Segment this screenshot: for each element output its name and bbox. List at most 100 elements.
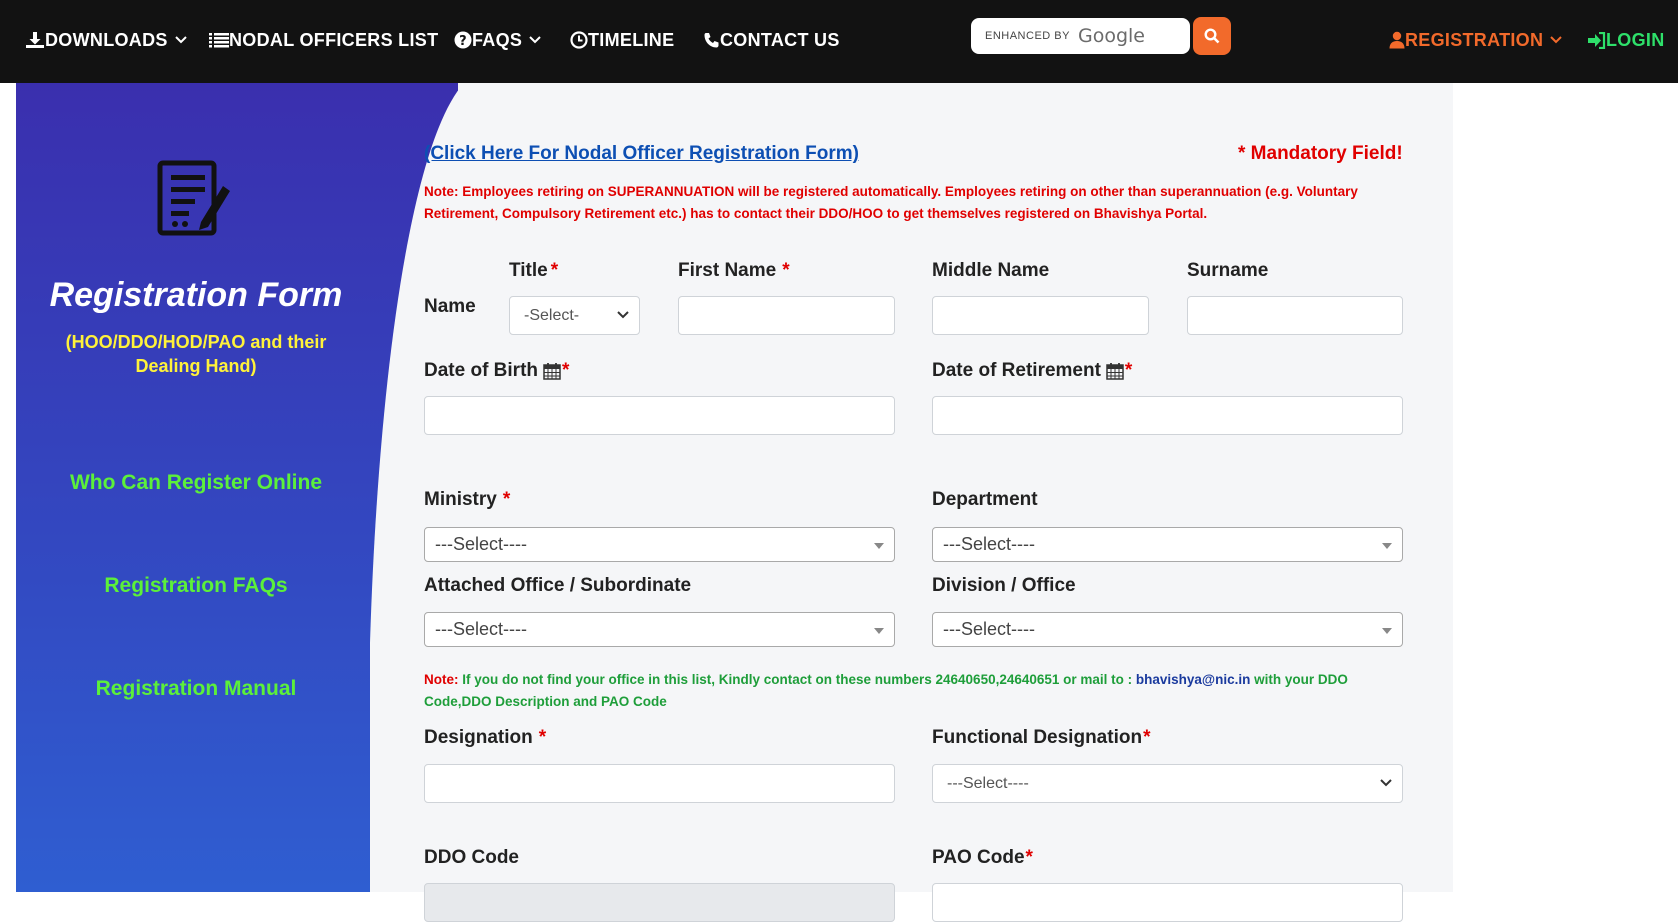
surname-label-text: Surname [1187, 260, 1269, 281]
phone-icon [704, 32, 719, 47]
top-navbar: DOWNLOADS NODAL OFFICERS LIST ? FAQS TIM… [0, 0, 1678, 83]
svg-text:?: ? [459, 34, 467, 49]
nav-timeline-label: TIMELINE [588, 29, 675, 50]
dropdown-arrow-icon [874, 543, 884, 549]
dor-field[interactable] [932, 396, 1403, 435]
ministry-label-text: Ministry [424, 489, 497, 510]
nav-contact-label: CONTACT US [720, 29, 840, 50]
nav-downloads[interactable]: DOWNLOADS [25, 28, 187, 52]
title-select-value: -Select- [524, 306, 580, 324]
question-circle-icon: ? [454, 31, 472, 49]
middle-name-label-text: Middle Name [932, 260, 1050, 281]
designation-field[interactable] [424, 764, 895, 803]
sign-in-icon [1588, 31, 1606, 49]
nav-faqs[interactable]: ? FAQS [454, 28, 541, 52]
nodal-officer-form-link[interactable]: (Click Here For Nodal Officer Registrati… [424, 143, 859, 165]
superannuation-note: Note: Employees retiring on SUPERANNUATI… [424, 184, 1358, 221]
ministry-select-value: ---Select---- [435, 534, 527, 554]
chevron-down-icon [174, 36, 187, 44]
note2-prefix: Note: [424, 672, 459, 687]
who-can-register-link[interactable]: Who Can Register Online [16, 471, 376, 495]
support-email-link[interactable]: bhavishya@nic.in [1136, 672, 1250, 687]
chevron-down-icon [1550, 36, 1562, 44]
search-input[interactable]: ENHANCED BY Google [971, 18, 1190, 54]
office-contact-note: Note: If you do not find your office in … [424, 669, 1404, 713]
calendar-icon [543, 363, 561, 380]
attached-office-select-value: ---Select---- [435, 619, 527, 639]
department-label-text: Department [932, 489, 1038, 510]
nav-registration-label: REGISTRATION [1405, 29, 1544, 50]
user-icon [1389, 31, 1405, 49]
list-icon [209, 33, 229, 48]
dropdown-arrow-icon [874, 628, 884, 634]
nav-faqs-label: FAQS [472, 29, 523, 50]
nav-timeline[interactable]: TIMELINE [570, 28, 674, 52]
nav-contact[interactable]: CONTACT US [703, 28, 840, 52]
chevron-down-icon [617, 310, 629, 318]
search-icon [1204, 28, 1220, 44]
middle-name-field[interactable] [932, 296, 1149, 335]
search-button[interactable] [1193, 17, 1231, 55]
functional-designation-select-value: ---Select---- [947, 774, 1029, 792]
dropdown-arrow-icon [1382, 543, 1392, 549]
division-select[interactable]: ---Select---- [932, 612, 1403, 647]
department-select[interactable]: ---Select---- [932, 527, 1403, 562]
nav-nodal-officers[interactable]: NODAL OFFICERS LIST [209, 28, 438, 52]
note2-text: If you do not find your office in this l… [458, 672, 1136, 687]
nav-nodal-officers-label: NODAL OFFICERS LIST [229, 29, 439, 50]
division-label: Division / Office [932, 575, 1076, 597]
pao-code-field[interactable] [932, 883, 1403, 922]
pao-code-label: PAO Code * [932, 847, 1033, 869]
designation-label: Designation * [424, 727, 546, 749]
ddo-code-label: DDO Code [424, 847, 519, 869]
dor-label-text: Date of Retirement [932, 360, 1101, 381]
division-select-value: ---Select---- [943, 619, 1035, 639]
title-label-text: Title [509, 260, 548, 281]
required-mark: * [1025, 847, 1033, 868]
chevron-down-icon [529, 36, 541, 44]
ddo-code-label-text: DDO Code [424, 847, 519, 868]
ddo-code-field[interactable] [424, 883, 895, 922]
functional-designation-select[interactable]: ---Select---- [932, 764, 1403, 803]
nav-downloads-label: DOWNLOADS [45, 29, 168, 50]
title-select[interactable]: -Select- [509, 296, 640, 335]
registration-faqs-link[interactable]: Registration FAQs [16, 574, 376, 598]
attached-office-label: Attached Office / Subordinate [424, 575, 691, 597]
first-name-field[interactable] [678, 296, 895, 335]
surname-field[interactable] [1187, 296, 1403, 335]
title-label: Title * [509, 260, 558, 282]
name-label-text: Name [424, 296, 476, 317]
sidebar-title: Registration Form [49, 276, 343, 314]
ministry-select[interactable]: ---Select---- [424, 527, 895, 562]
chevron-down-icon [1380, 778, 1392, 786]
dropdown-arrow-icon [1382, 628, 1392, 634]
dob-field[interactable] [424, 396, 895, 435]
required-mark: * [1143, 727, 1151, 748]
nav-login-label: LOGIN [1606, 29, 1665, 50]
nav-login[interactable]: LOGIN [1587, 28, 1665, 52]
name-label: Name [424, 296, 476, 318]
required-mark: * [538, 727, 547, 748]
clock-icon [570, 31, 588, 49]
search-enhanced-label: ENHANCED BY [985, 30, 1070, 42]
required-mark: * [550, 260, 559, 281]
calendar-icon [1106, 363, 1124, 380]
sidebar-subtitle: (HOO/DDO/HOD/PAO and their Dealing Hand) [65, 332, 327, 376]
pao-code-label-text: PAO Code [932, 847, 1025, 868]
dob-label: Date of Birth * [424, 360, 569, 382]
required-mark: * [502, 489, 511, 510]
division-label-text: Division / Office [932, 575, 1076, 596]
attached-office-select[interactable]: ---Select---- [424, 612, 895, 647]
form-document-icon [157, 160, 230, 236]
designation-label-text: Designation [424, 727, 533, 748]
registration-manual-link[interactable]: Registration Manual [16, 677, 376, 701]
attached-office-label-text: Attached Office / Subordinate [424, 575, 692, 596]
required-mark: * [562, 360, 570, 381]
first-name-label-text: First Name [678, 260, 777, 281]
surname-label: Surname [1187, 260, 1268, 282]
middle-name-label: Middle Name [932, 260, 1049, 282]
required-mark: * [782, 260, 790, 281]
functional-designation-label: Functional Designation * [932, 727, 1150, 749]
dob-label-text: Date of Birth [424, 360, 538, 381]
nav-registration[interactable]: REGISTRATION [1389, 28, 1562, 52]
